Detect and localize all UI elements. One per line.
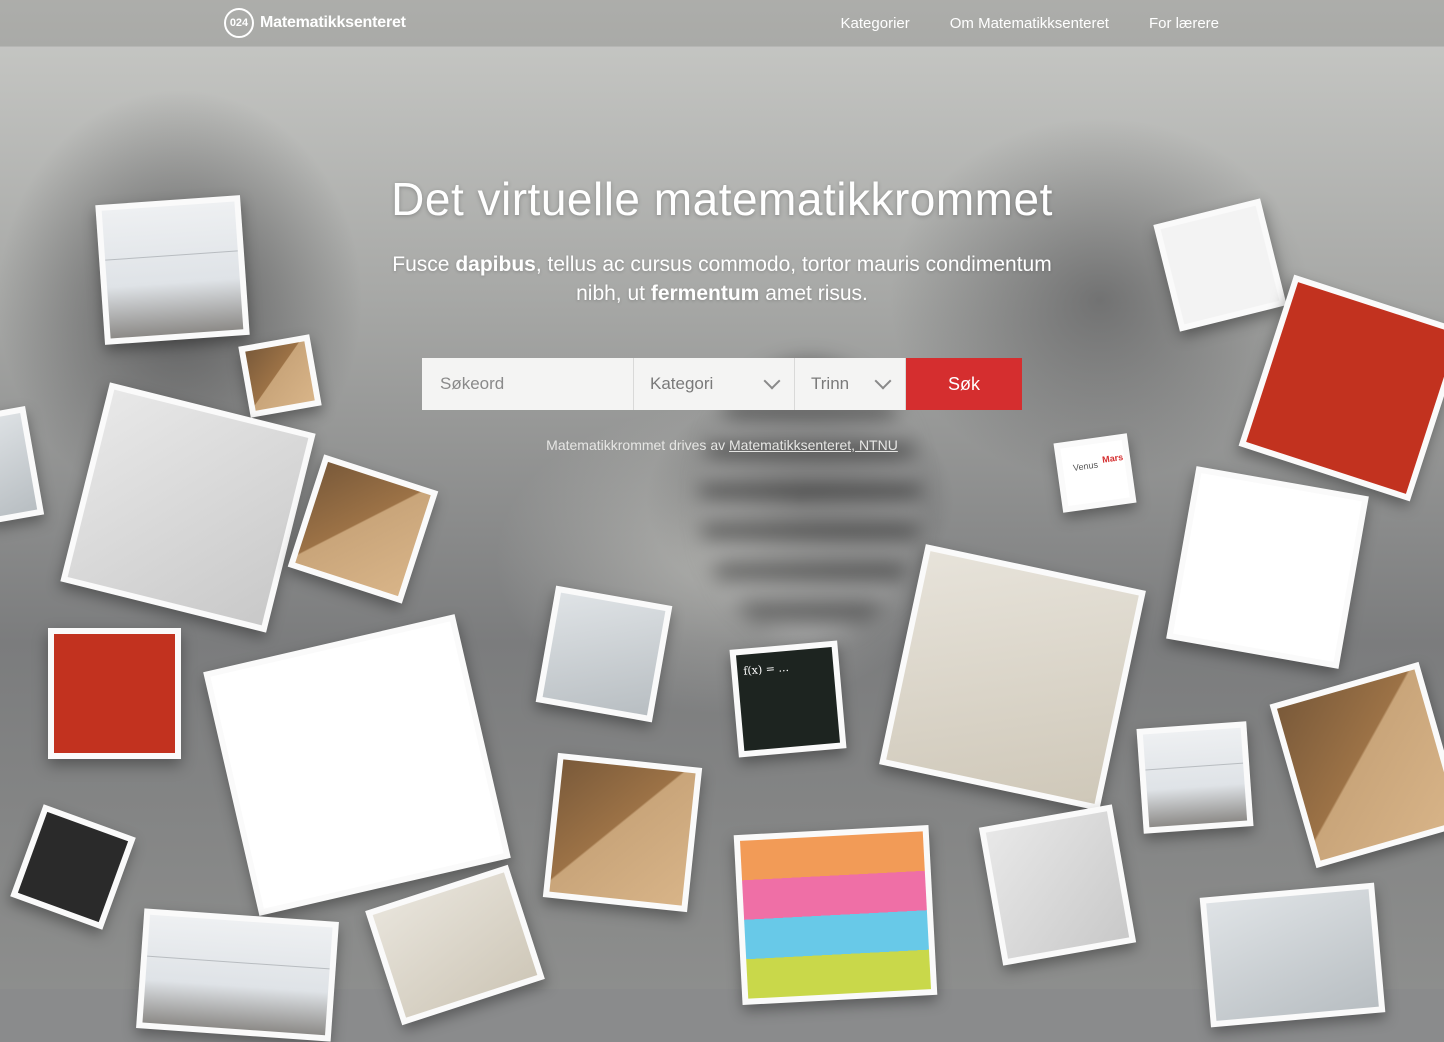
page-title: Det virtuelle matematikkrommet — [391, 173, 1053, 225]
subtitle-text: amet risus. — [759, 282, 868, 305]
card-paper-formula — [1136, 721, 1254, 834]
logo[interactable]: 024 Matematikksenteret — [224, 8, 406, 38]
chevron-down-icon — [874, 372, 892, 390]
subtitle-text: Fusce — [392, 253, 456, 276]
card-crane — [48, 628, 181, 759]
venus-label: Venus — [1072, 459, 1099, 473]
card-sextant — [1199, 882, 1386, 1028]
card-paper-formula — [136, 908, 339, 1042]
mars-label: Mars — [1101, 451, 1124, 465]
search-input[interactable] — [438, 373, 617, 395]
card-sticky-notes — [733, 825, 938, 1005]
subtitle-emphasis: fermentum — [650, 282, 760, 305]
logo-mark-icon: 024 — [224, 8, 254, 38]
level-select-label: Trinn — [811, 374, 850, 393]
nav-for-laerere[interactable]: For lærere — [1149, 15, 1219, 32]
search-bar: Kategori Trinn Søk — [422, 358, 1022, 410]
credit-text: Matematikkrommet drives av — [546, 437, 729, 453]
category-select[interactable]: Kategori — [634, 358, 795, 410]
card-star — [1166, 466, 1369, 669]
credit-line: Matematikkrommet drives av Matematikksen… — [0, 437, 1444, 453]
chevron-down-icon — [763, 372, 781, 390]
subtitle-emphasis: dapibus — [455, 253, 536, 276]
logo-text: Matematikksenteret — [260, 14, 406, 31]
search-button[interactable]: Søk — [906, 358, 1022, 410]
nav-om-matematikksenteret[interactable]: Om Matematikksenteret — [950, 15, 1109, 32]
card-string-art — [542, 752, 703, 913]
search-keyword-field[interactable] — [422, 358, 634, 410]
credit-link[interactable]: Matematikksenteret, NTNU — [729, 437, 898, 453]
card-playing-cards — [978, 804, 1137, 966]
page-subtitle: Fusce dapibus, tellus ac cursus commodo,… — [372, 250, 1072, 308]
card-sextant — [535, 585, 673, 723]
top-bar: 024 Matematikksenteret Kategorier Om Mat… — [0, 0, 1444, 47]
card-string-art — [238, 334, 322, 418]
category-select-label: Kategori — [650, 374, 714, 393]
main-nav: Kategorier Om Matematikksenteret For lær… — [841, 0, 1219, 46]
formula-text: f(x) = ... — [742, 660, 790, 678]
card-formula: f(x) = ... — [729, 640, 847, 758]
card-tools — [879, 544, 1146, 811]
nav-kategorier[interactable]: Kategorier — [841, 15, 910, 32]
level-select[interactable]: Trinn — [795, 358, 906, 410]
